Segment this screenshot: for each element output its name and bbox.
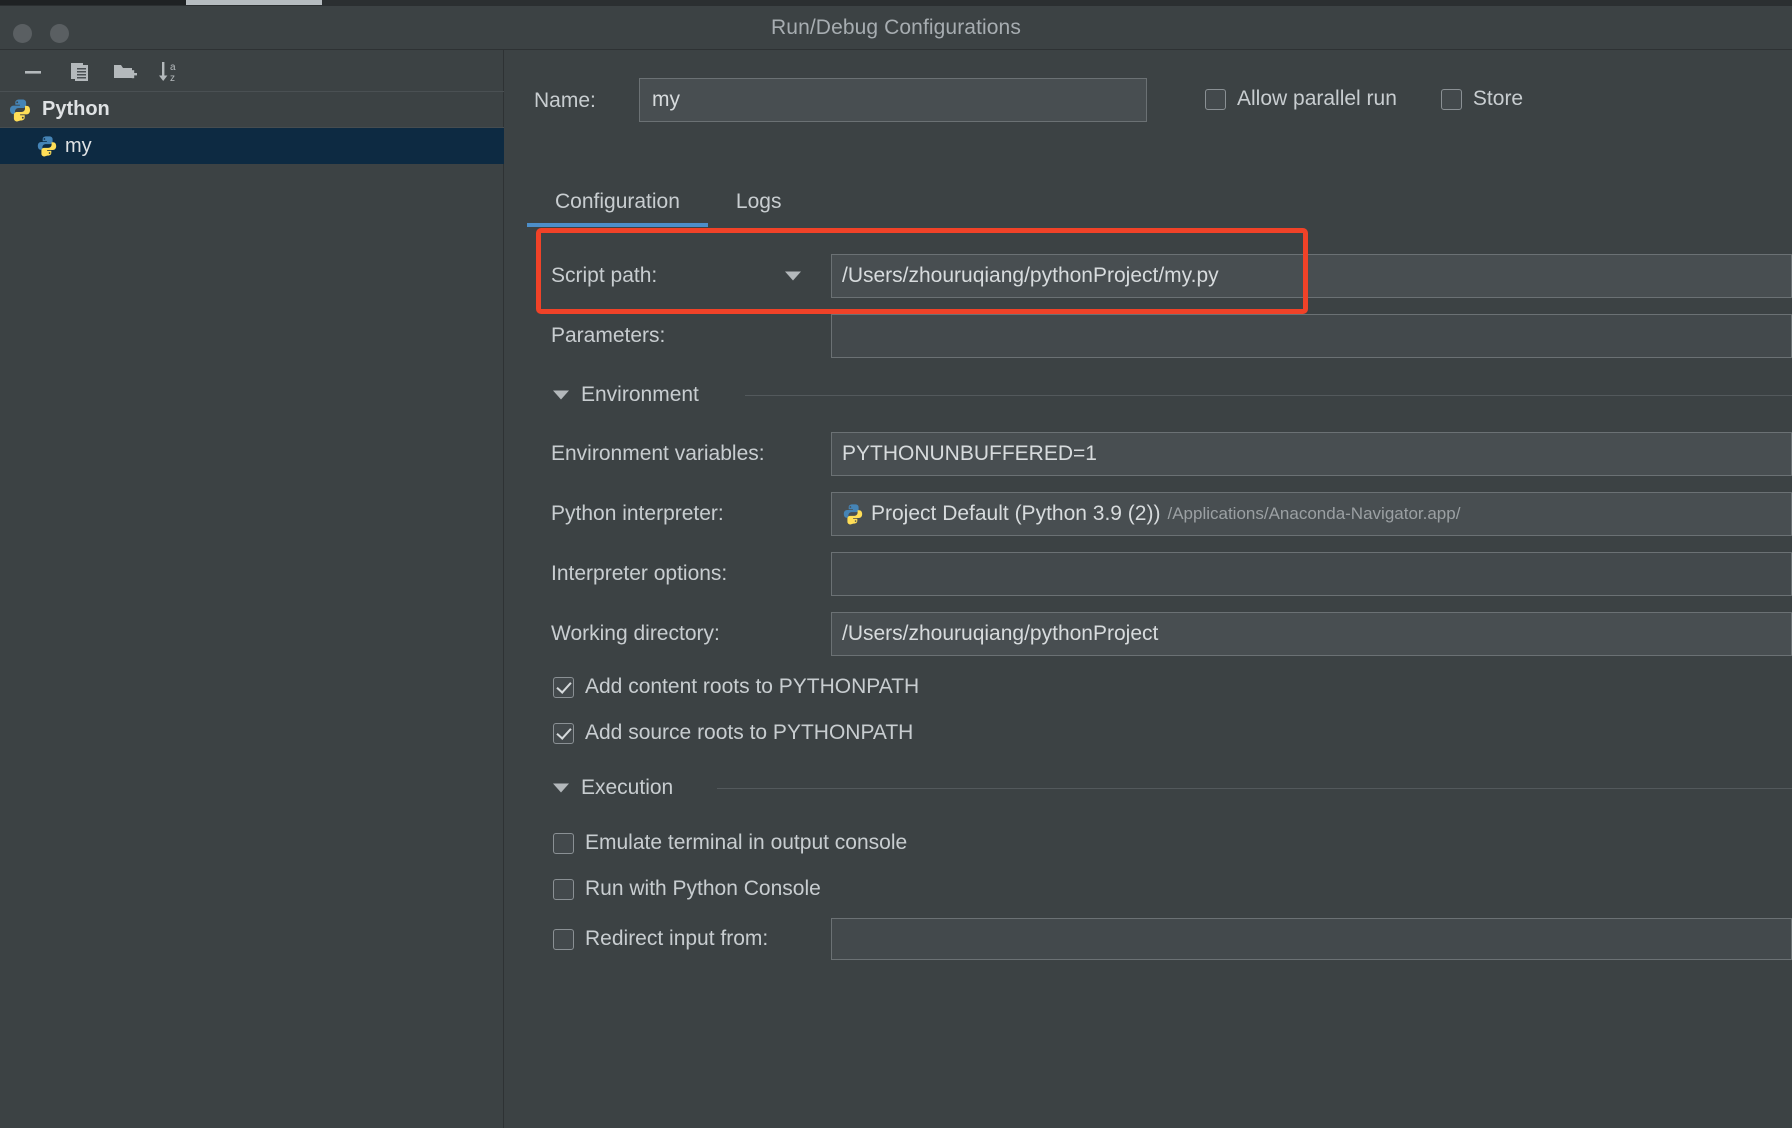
chevron-down-icon[interactable] (785, 271, 801, 281)
folder-plus-icon (114, 65, 137, 79)
redirect-input-checkbox[interactable] (553, 928, 574, 950)
working-directory-input[interactable]: /Users/zhouruqiang/pythonProject (831, 612, 1792, 656)
top-edge-dark-segment (0, 0, 186, 5)
tab-logs-label: Logs (735, 190, 782, 213)
working-directory-value: /Users/zhouruqiang/pythonProject (842, 622, 1159, 645)
name-row: Name: (505, 78, 1792, 128)
name-label: Name: (534, 89, 596, 112)
tree-group-label: Python (42, 98, 110, 120)
run-debug-configurations-dialog: Run/Debug Configurations a z Python my N… (0, 0, 1792, 1128)
add-content-roots-checkbox[interactable] (553, 676, 574, 698)
emulate-terminal-label: Emulate terminal in output console (585, 831, 908, 854)
minus-icon (25, 71, 41, 74)
tab-configuration[interactable]: Configuration (527, 180, 708, 227)
python-interpreter-path-hint: /Applications/Anaconda-Navigator.app/ (1167, 504, 1461, 523)
allow-parallel-run-label: Allow parallel run (1237, 87, 1397, 110)
tab-configuration-label: Configuration (555, 190, 680, 213)
configurations-sidebar: a z Python my (0, 50, 504, 1128)
copy-icon (71, 63, 88, 81)
title-bar: Run/Debug Configurations (0, 6, 1792, 50)
run-with-python-console-checkbox[interactable] (553, 878, 574, 900)
top-edge-light-segment (186, 0, 322, 5)
sort-configurations-button[interactable]: a z (155, 58, 185, 86)
configurations-tree: Python my (0, 92, 504, 164)
redirect-input-label: Redirect input from: (585, 927, 769, 950)
chevron-down-icon[interactable] (553, 390, 569, 400)
configuration-form: Script path: /Users/zhouruqiang/pythonPr… (505, 246, 1792, 966)
new-folder-button[interactable] (110, 58, 140, 86)
allow-parallel-run-checkbox[interactable] (1205, 88, 1226, 110)
configuration-tabs: Configuration Logs (527, 180, 809, 227)
python-interpreter-select[interactable]: Project Default (Python 3.9 (2)) /Applic… (831, 492, 1792, 536)
add-source-roots-label: Add source roots to PYTHONPATH (585, 721, 914, 744)
tree-item-my[interactable]: my (0, 128, 504, 164)
configuration-panel: Name: Allow parallel run Store Configura… (505, 50, 1792, 1128)
interpreter-options-label: Interpreter options: (551, 562, 728, 585)
run-with-python-console-option[interactable]: Run with Python Console (505, 866, 1792, 912)
sort-alpha-icon: a z (159, 62, 176, 84)
run-with-python-console-label: Run with Python Console (585, 877, 821, 900)
store-checkbox[interactable] (1440, 88, 1462, 110)
environment-section-title: Environment (581, 383, 699, 406)
add-source-roots-checkbox[interactable] (553, 722, 574, 744)
environment-variables-input[interactable]: PYTHONUNBUFFERED=1 (831, 432, 1792, 476)
script-path-value: /Users/zhouruqiang/pythonProject/my.py (842, 264, 1219, 287)
environment-variables-row: Environment variables: PYTHONUNBUFFERED=… (505, 424, 1792, 484)
script-path-label: Script path: (551, 264, 658, 287)
interpreter-options-input[interactable] (831, 552, 1792, 596)
add-content-roots-label: Add content roots to PYTHONPATH (585, 675, 920, 698)
emulate-terminal-checkbox[interactable] (553, 832, 574, 854)
execution-section-title: Execution (581, 776, 674, 799)
python-interpreter-row: Python interpreter: Project Default (Pyt… (505, 484, 1792, 544)
copy-configuration-button[interactable] (65, 58, 95, 86)
allow-parallel-run-option[interactable]: Allow parallel run (1205, 87, 1397, 111)
working-directory-label: Working directory: (551, 622, 720, 645)
environment-section-header[interactable]: Environment (505, 366, 1792, 424)
parameters-label: Parameters: (551, 324, 666, 347)
python-icon (843, 504, 863, 525)
sidebar-toolbar: a z (0, 50, 504, 92)
execution-section-header[interactable]: Execution (505, 756, 1792, 820)
chevron-down-icon[interactable] (553, 783, 569, 793)
name-input[interactable] (639, 78, 1147, 122)
add-content-roots-option[interactable]: Add content roots to PYTHONPATH (505, 664, 1792, 710)
python-icon (37, 136, 57, 157)
environment-variables-value: PYTHONUNBUFFERED=1 (842, 442, 1097, 465)
tree-item-label: my (65, 134, 92, 157)
section-divider (745, 395, 1792, 396)
python-icon (10, 99, 31, 121)
redirect-input-option[interactable]: Redirect input from: (505, 912, 1792, 966)
tree-group-python[interactable]: Python (0, 92, 504, 128)
environment-variables-label: Environment variables: (551, 442, 765, 465)
remove-configuration-button[interactable] (18, 58, 48, 86)
script-path-input[interactable]: /Users/zhouruqiang/pythonProject/my.py (831, 254, 1792, 298)
python-interpreter-label: Python interpreter: (551, 502, 724, 525)
svg-text:a: a (170, 62, 176, 73)
add-source-roots-option[interactable]: Add source roots to PYTHONPATH (505, 710, 1792, 756)
script-path-row: Script path: /Users/zhouruqiang/pythonPr… (505, 246, 1792, 306)
top-options-row: Allow parallel run Store (1205, 87, 1523, 111)
dialog-title: Run/Debug Configurations (771, 16, 1021, 39)
parameters-input[interactable] (831, 314, 1792, 358)
interpreter-options-row: Interpreter options: (505, 544, 1792, 604)
python-interpreter-value: Project Default (Python 3.9 (2)) (871, 502, 1161, 525)
section-divider (717, 788, 1792, 789)
parameters-row: Parameters: (505, 306, 1792, 366)
store-label: Store (1472, 87, 1524, 110)
tab-logs[interactable]: Logs (708, 180, 810, 227)
working-directory-row: Working directory: /Users/zhouruqiang/py… (505, 604, 1792, 664)
svg-text:z: z (170, 73, 175, 84)
store-option[interactable]: Store (1440, 87, 1524, 111)
emulate-terminal-option[interactable]: Emulate terminal in output console (505, 820, 1792, 866)
redirect-input-path-input[interactable] (831, 918, 1792, 960)
